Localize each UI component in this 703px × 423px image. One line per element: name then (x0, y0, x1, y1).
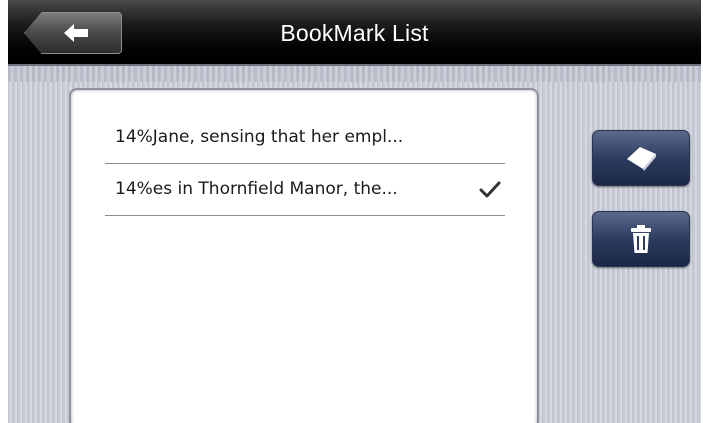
page-title: BookMark List (280, 20, 429, 46)
add-bookmark-button[interactable] (592, 130, 690, 186)
title-bar: BookMark List (8, 0, 701, 66)
bookmark-label: 14%Jane, sensing that her empl... (115, 127, 404, 147)
bookmark-label: 14%es in Thornfield Manor, the... (115, 179, 398, 199)
checkmark-icon (479, 181, 501, 198)
list-item[interactable]: 14%Jane, sensing that her empl... (105, 113, 505, 164)
bookmark-list[interactable]: 14%Jane, sensing that her empl... 14%es … (69, 88, 539, 423)
list-item[interactable]: 14%es in Thornfield Manor, the... (105, 165, 505, 216)
delete-bookmark-button[interactable] (592, 211, 690, 267)
trash-icon (631, 225, 651, 253)
bookmark-screen: BookMark List 14%Jane, sensing that her … (8, 0, 701, 423)
bookmark-add-icon (627, 147, 656, 171)
header-divider (8, 66, 701, 82)
